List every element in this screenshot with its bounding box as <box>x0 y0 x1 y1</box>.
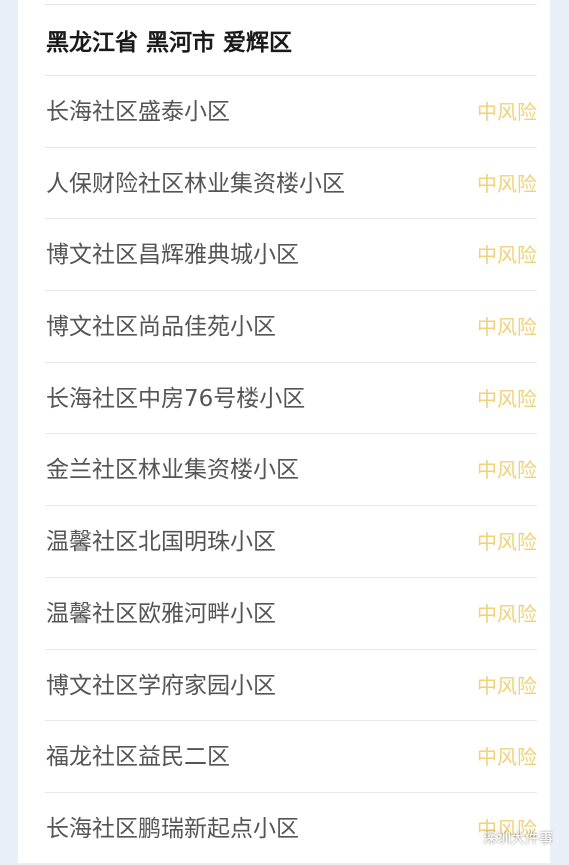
list-item: 长海社区盛泰小区 中风险 <box>45 75 537 147</box>
list-item: 福龙社区益民二区 中风险 <box>45 720 537 792</box>
list-item: 长海社区中房76号楼小区 中风险 <box>45 361 537 434</box>
community-name: 温馨社区北国明珠小区 <box>46 529 276 556</box>
community-name: 金兰社区林业集资楼小区 <box>46 457 299 484</box>
risk-level-badge: 中风险 <box>477 171 537 196</box>
community-name: 人保财险社区林业集资楼小区 <box>46 170 345 197</box>
wechat-icon <box>456 829 478 847</box>
risk-level-badge: 中风险 <box>477 530 537 555</box>
risk-level-badge: 中风险 <box>477 386 537 411</box>
list-item: 博文社区学府家园小区 中风险 <box>45 648 537 721</box>
risk-level-badge: 中风险 <box>477 315 537 340</box>
risk-level-badge: 中风险 <box>477 100 537 124</box>
community-name: 博文社区学府家园小区 <box>46 672 276 699</box>
risk-level-badge: 中风险 <box>477 243 537 268</box>
risk-level-badge: 中风险 <box>477 601 537 626</box>
list-item: 温馨社区北国明珠小区 中风险 <box>45 505 537 577</box>
community-name: 博文社区昌辉雅典城小区 <box>46 242 299 269</box>
risk-level-badge: 中风险 <box>477 458 537 483</box>
divider <box>45 4 537 5</box>
risk-level-badge: 中风险 <box>477 673 537 698</box>
risk-area-card: 黑龙江省 黑河市 爱辉区 长海社区盛泰小区 中风险 人保财险社区林业集资楼小区 … <box>18 0 550 863</box>
list-item: 人保财险社区林业集资楼小区 中风险 <box>45 146 537 219</box>
list-item: 温馨社区欧雅河畔小区 中风险 <box>45 576 537 649</box>
list-item: 博文社区尚品佳苑小区 中风险 <box>45 290 537 362</box>
community-list: 长海社区盛泰小区 中风险 人保财险社区林业集资楼小区 中风险 博文社区昌辉雅典城… <box>45 75 537 864</box>
community-name: 福龙社区益民二区 <box>46 744 230 771</box>
community-name: 博文社区尚品佳苑小区 <box>46 314 276 341</box>
region-title: 黑龙江省 黑河市 爱辉区 <box>46 30 293 56</box>
list-item: 博文社区昌辉雅典城小区 中风险 <box>45 218 537 290</box>
watermark-text: 深圳大件事 <box>483 831 553 847</box>
watermark: 深圳大件事 <box>456 827 553 849</box>
list-item: 金兰社区林业集资楼小区 中风险 <box>45 433 537 505</box>
community-name: 长海社区鹏瑞新起点小区 <box>46 815 299 842</box>
community-name: 温馨社区欧雅河畔小区 <box>46 600 276 627</box>
risk-level-badge: 中风险 <box>477 745 537 770</box>
community-name: 长海社区中房76号楼小区 <box>46 385 306 412</box>
community-name: 长海社区盛泰小区 <box>46 99 230 125</box>
